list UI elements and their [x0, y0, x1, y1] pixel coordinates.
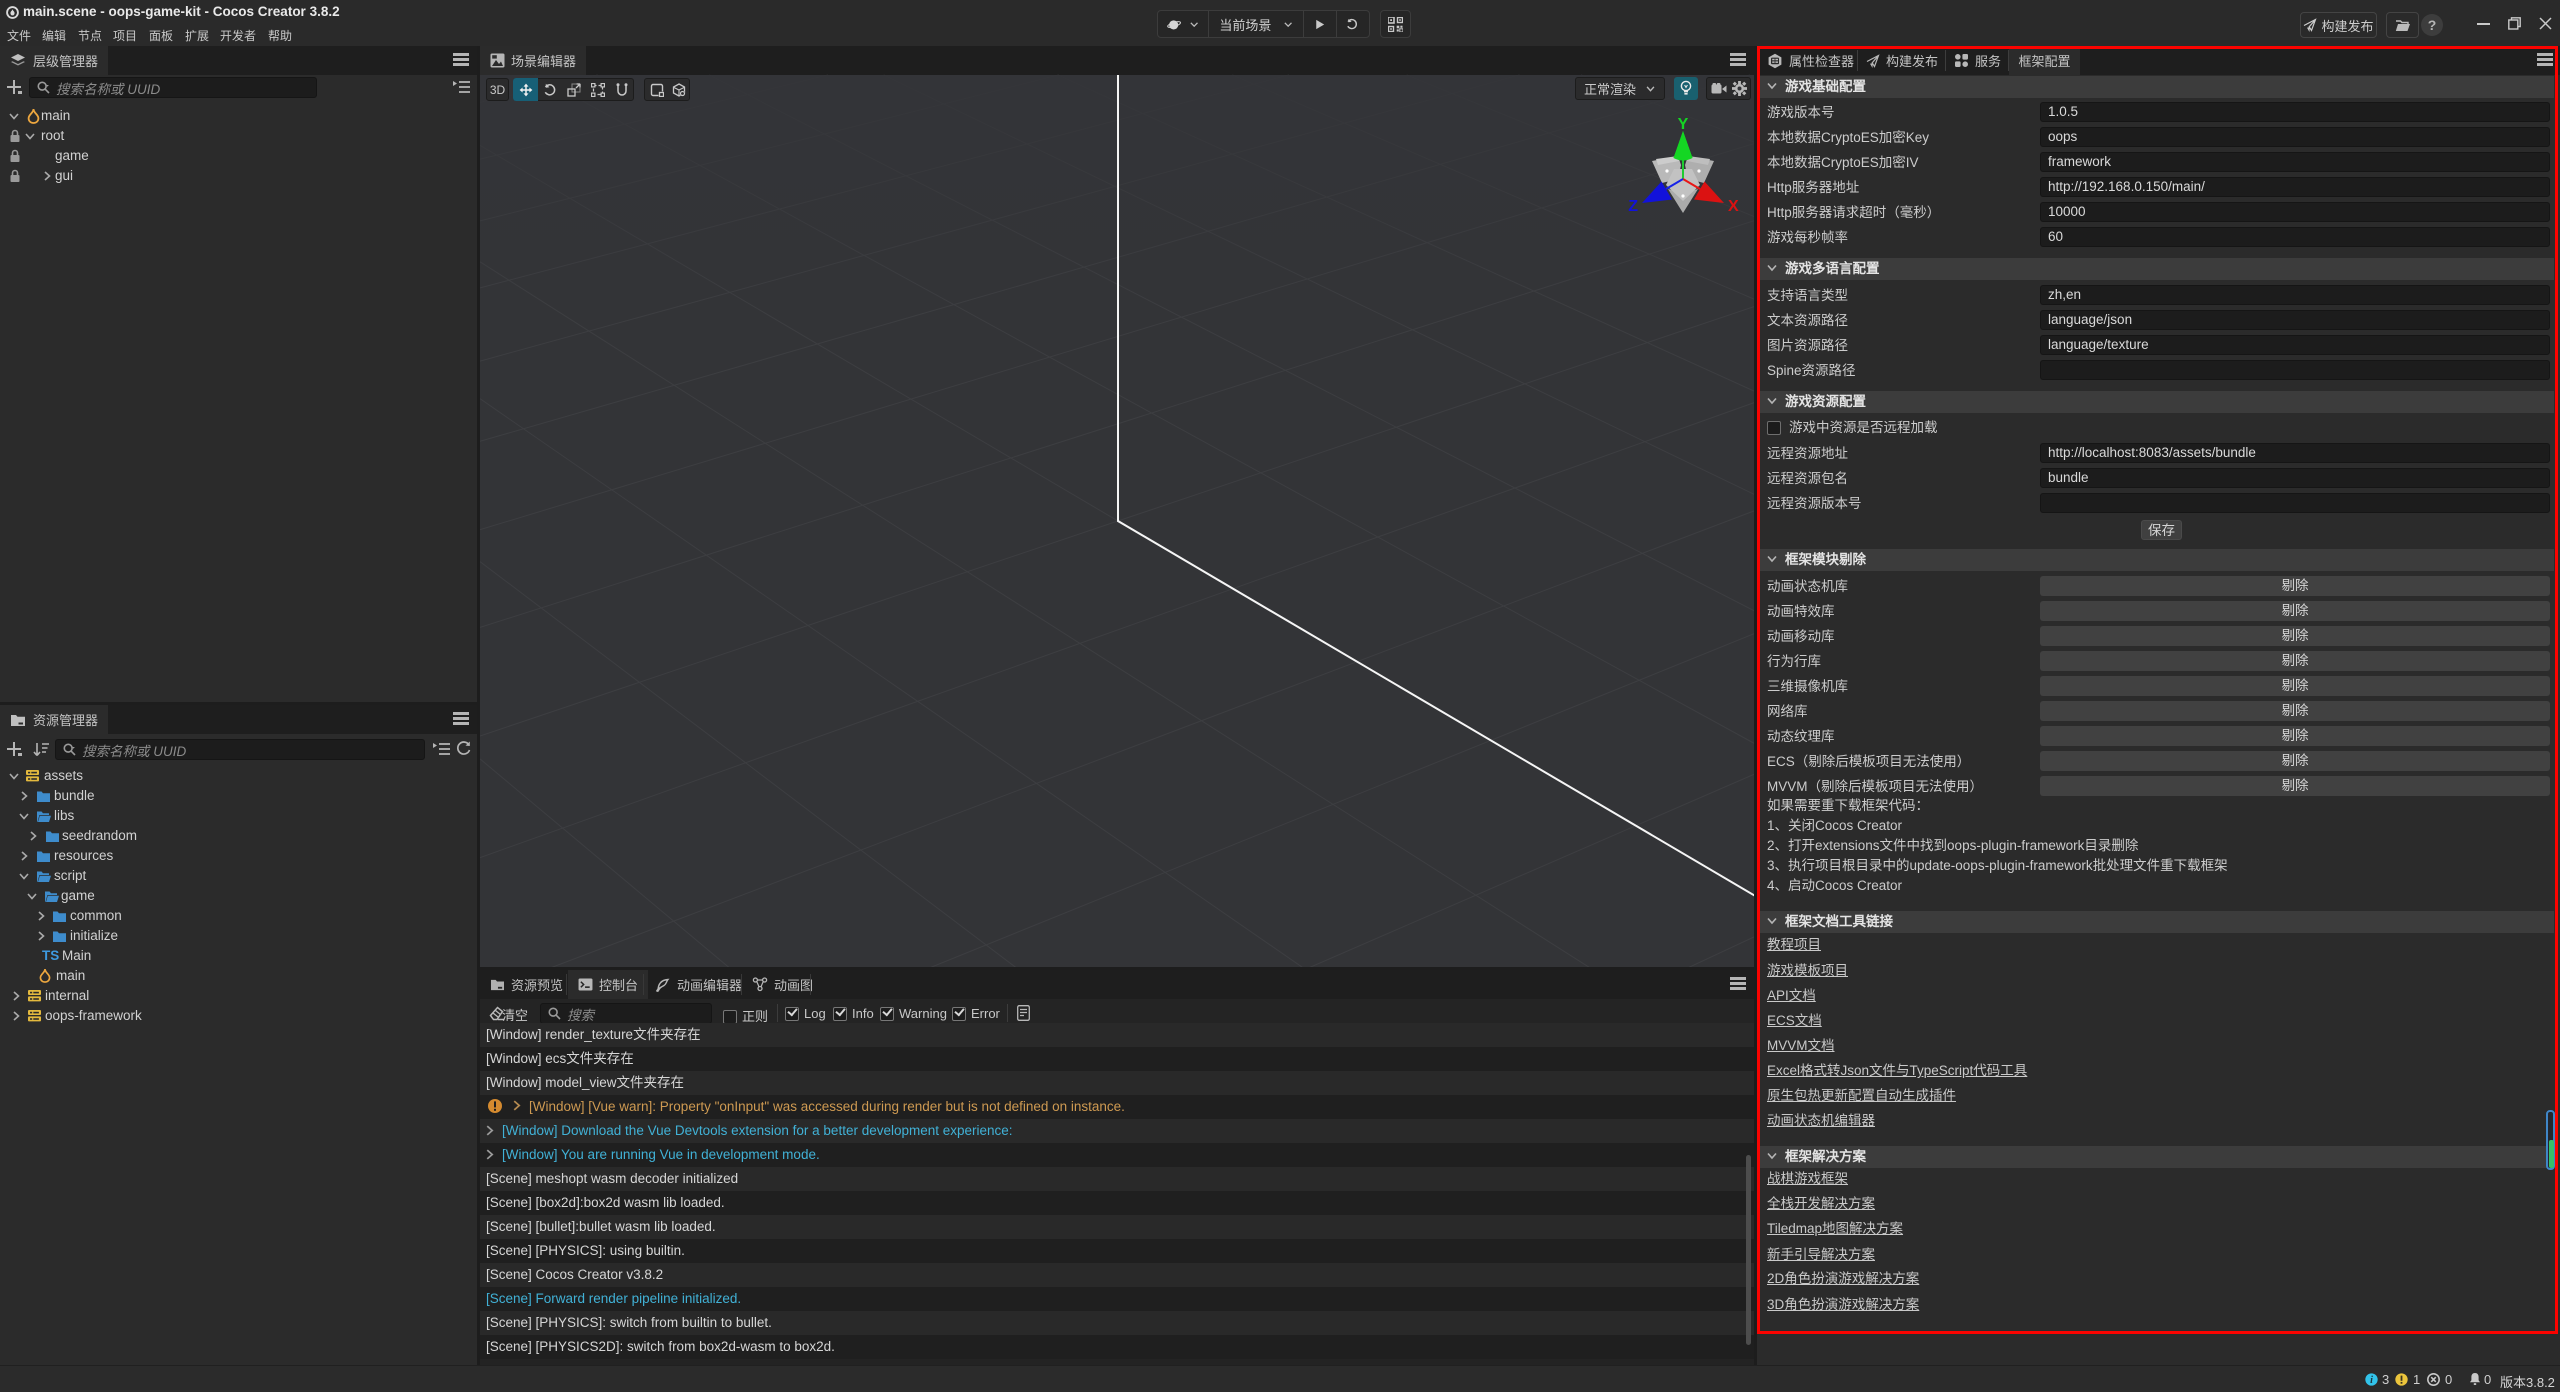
- svg-text:i: i: [2370, 1375, 2373, 1386]
- svg-text:X: X: [1728, 198, 1739, 215]
- svg-text:Y: Y: [1678, 116, 1689, 133]
- svg-text:Z: Z: [1628, 198, 1638, 215]
